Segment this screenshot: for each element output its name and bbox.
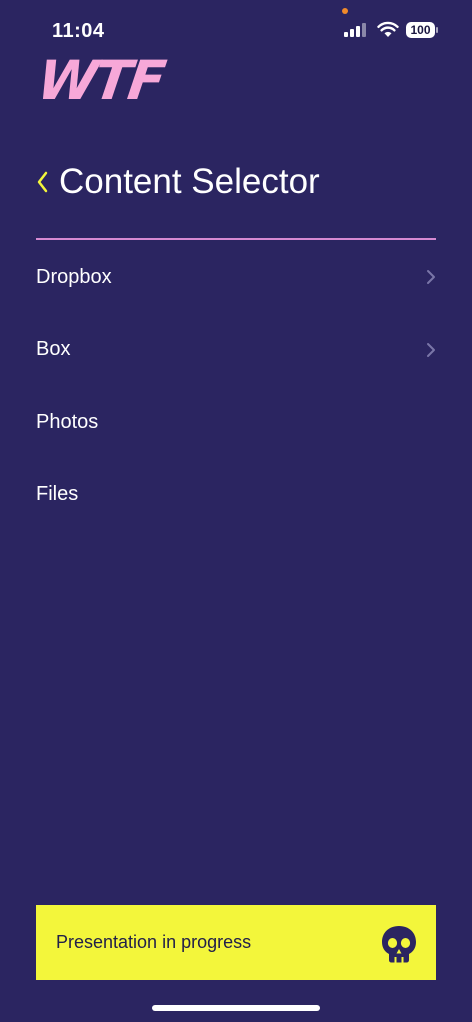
- battery-icon: 100: [406, 22, 438, 40]
- battery-level: 100: [410, 23, 431, 37]
- status-time: 11:04: [52, 20, 105, 42]
- chevron-right-icon: [427, 342, 435, 357]
- chevron-left-icon[interactable]: [36, 167, 54, 197]
- signal-icon: [344, 23, 366, 37]
- content-source-list: Dropbox Box Photos Files: [36, 241, 438, 531]
- presentation-banner[interactable]: Presentation in progress: [36, 905, 436, 980]
- list-item-photos[interactable]: Photos: [36, 386, 438, 459]
- wifi-icon: [377, 21, 399, 37]
- page-title: Content Selector: [59, 162, 320, 201]
- page-header: Content Selector: [36, 160, 320, 204]
- list-item-files[interactable]: Files: [36, 459, 438, 532]
- list-item-label: Photos: [36, 410, 99, 433]
- privacy-indicator-dot: [342, 8, 348, 14]
- banner-text: Presentation in progress: [56, 932, 252, 952]
- list-item-label: Files: [36, 483, 79, 506]
- list-item-dropbox[interactable]: Dropbox: [36, 241, 438, 314]
- list-item-box[interactable]: Box: [36, 314, 438, 387]
- app-logo: WTF: [33, 49, 167, 112]
- list-item-label: Dropbox: [36, 265, 112, 288]
- list-item-label: Box: [36, 338, 71, 361]
- header-divider: [36, 238, 436, 240]
- battery-cap: [436, 27, 438, 33]
- home-indicator[interactable]: [152, 1005, 320, 1011]
- skull-icon: [382, 926, 416, 963]
- chevron-right-icon: [427, 270, 435, 285]
